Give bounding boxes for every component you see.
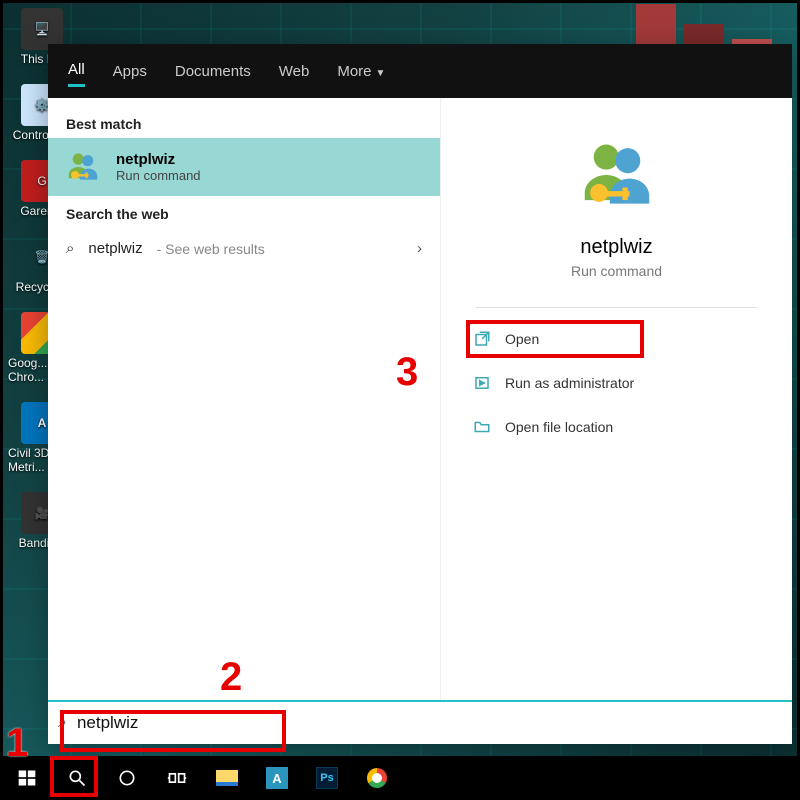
action-run-as-admin[interactable]: Run as administrator xyxy=(467,366,766,400)
tab-web[interactable]: Web xyxy=(279,57,310,86)
tab-more-label: More xyxy=(337,63,371,80)
search-tabs: All Apps Documents Web More ▼ xyxy=(48,44,792,98)
action-open-file-location[interactable]: Open file location xyxy=(467,410,766,444)
taskbar-autocad[interactable]: A xyxy=(254,758,300,798)
search-icon: ⌕ xyxy=(58,714,67,732)
tab-more[interactable]: More ▼ xyxy=(337,57,385,86)
web-result-suffix: - See web results xyxy=(157,241,265,257)
best-match-result[interactable]: netplwiz Run command xyxy=(48,138,440,196)
users-key-icon xyxy=(64,148,102,186)
taskbar-photoshop[interactable]: Ps xyxy=(304,758,350,798)
task-view-button[interactable] xyxy=(154,758,200,798)
best-match-title: netplwiz xyxy=(116,151,201,168)
web-result-term: netplwiz xyxy=(88,240,142,257)
taskbar-search-button[interactable] xyxy=(54,758,100,798)
detail-title: netplwiz xyxy=(580,236,652,259)
chevron-down-icon: ▼ xyxy=(376,68,386,79)
detail-subtitle: Run command xyxy=(571,263,662,279)
action-open-label: Open xyxy=(505,331,539,347)
start-button[interactable] xyxy=(4,758,50,798)
users-key-icon xyxy=(574,132,660,218)
action-run-admin-label: Run as administrator xyxy=(505,375,634,391)
search-input[interactable] xyxy=(77,713,782,733)
taskbar-file-explorer[interactable] xyxy=(204,758,250,798)
start-search-panel: All Apps Documents Web More ▼ Best match … xyxy=(48,44,792,744)
taskbar: A Ps xyxy=(0,756,800,800)
taskbar-chrome[interactable] xyxy=(354,758,400,798)
best-match-subtitle: Run command xyxy=(116,168,201,183)
tab-apps[interactable]: Apps xyxy=(113,57,147,86)
search-web-heading: Search the web xyxy=(48,196,440,228)
chevron-right-icon: › xyxy=(417,240,422,257)
action-open-loc-label: Open file location xyxy=(505,419,613,435)
shield-run-icon xyxy=(473,374,491,392)
cortana-button[interactable] xyxy=(104,758,150,798)
action-open[interactable]: Open xyxy=(467,322,766,356)
tab-all[interactable]: All xyxy=(68,55,85,87)
open-icon xyxy=(473,330,491,348)
search-input-bar: ⌕ xyxy=(48,700,792,744)
best-match-heading: Best match xyxy=(48,106,440,138)
tab-documents[interactable]: Documents xyxy=(175,57,251,86)
results-left-column: Best match netplwiz Run command Search t… xyxy=(48,98,440,700)
folder-open-icon xyxy=(473,418,491,436)
result-detail-pane: netplwiz Run command Open Run as adminis… xyxy=(440,98,792,700)
web-result-row[interactable]: ⌕ netplwiz - See web results › xyxy=(48,228,440,269)
search-icon: ⌕ xyxy=(66,240,74,257)
